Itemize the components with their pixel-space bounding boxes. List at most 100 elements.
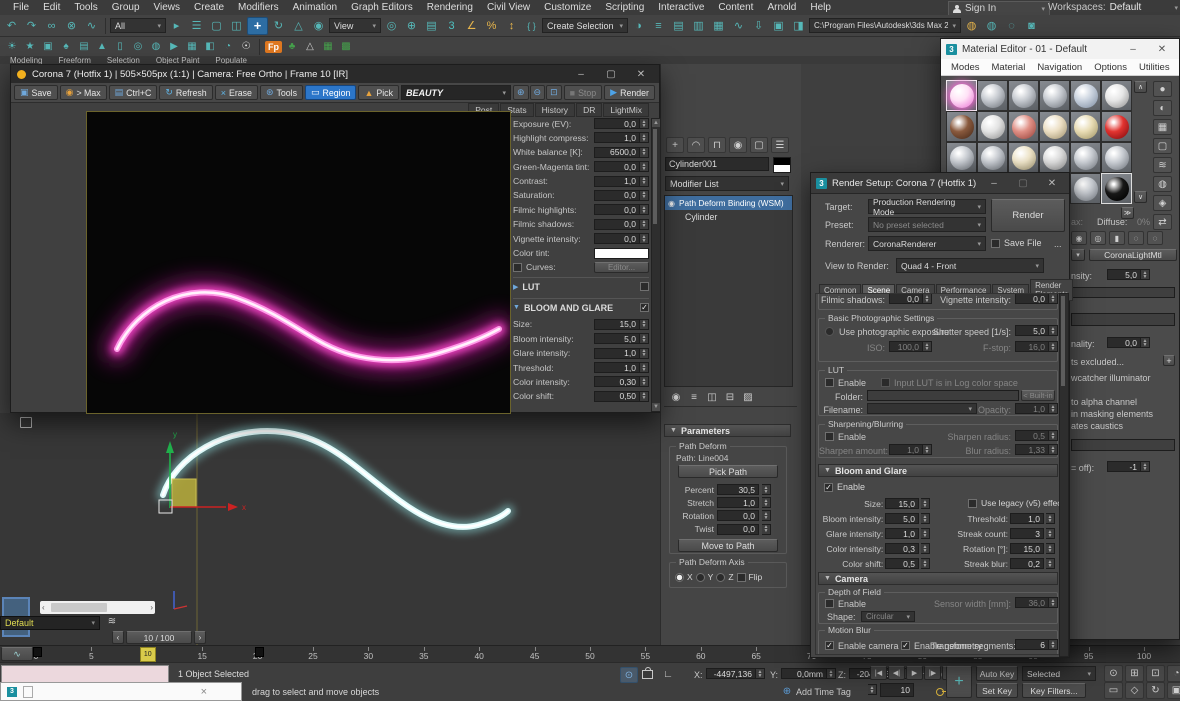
spinner[interactable] bbox=[1049, 639, 1058, 650]
spinner[interactable] bbox=[1049, 325, 1058, 336]
ribbon-tab[interactable]: Selection bbox=[107, 56, 140, 64]
material-slot[interactable] bbox=[1101, 111, 1132, 142]
reference-coordinate-dropdown[interactable]: View▾ bbox=[329, 18, 381, 33]
bloom-setting-field[interactable]: 0,2 bbox=[1010, 558, 1044, 569]
material-slot[interactable] bbox=[946, 111, 977, 142]
maximize-icon[interactable]: ▢ bbox=[599, 67, 623, 81]
off-field[interactable]: -1 bbox=[1107, 461, 1141, 472]
data-grid-icon[interactable]: ▦ bbox=[320, 40, 336, 54]
select-object-icon[interactable]: ▸ bbox=[167, 18, 186, 34]
curve-editor-icon[interactable]: ∿ bbox=[729, 18, 748, 34]
video-color-check-icon[interactable]: ≋ bbox=[1153, 157, 1172, 173]
spinner[interactable] bbox=[1046, 513, 1055, 524]
material-slot[interactable] bbox=[1070, 80, 1101, 111]
selection-lock-icon[interactable] bbox=[642, 670, 653, 679]
material-type-button[interactable]: CoronaLightMtl bbox=[1089, 249, 1177, 261]
spinner[interactable] bbox=[640, 362, 649, 373]
erase-button[interactable]: ×Erase bbox=[215, 85, 258, 100]
pan-icon[interactable]: ◇ bbox=[1125, 682, 1144, 699]
selection-filter-dropdown[interactable]: All▾ bbox=[110, 18, 166, 33]
enable-camera-checkbox[interactable] bbox=[825, 641, 834, 650]
modify-tab-icon[interactable]: ◠ bbox=[687, 137, 705, 153]
render-presets-icon[interactable]: ◙ bbox=[1022, 18, 1041, 34]
spinner[interactable] bbox=[640, 118, 649, 129]
spinner[interactable] bbox=[1049, 654, 1058, 655]
get-material-icon[interactable]: ◉ bbox=[1071, 231, 1087, 245]
material-slot[interactable] bbox=[1101, 80, 1132, 111]
close-icon[interactable]: × bbox=[201, 686, 207, 698]
light-bulb-icon[interactable]: ☉ bbox=[238, 40, 254, 54]
select-and-place-icon[interactable]: ◉ bbox=[309, 18, 328, 34]
menu-item[interactable]: Scripting bbox=[598, 2, 651, 13]
y-coordinate-field[interactable]: 0,0mm bbox=[781, 668, 827, 679]
motion-tab-icon[interactable]: ◉ bbox=[729, 137, 747, 153]
flip-checkbox[interactable] bbox=[737, 573, 746, 582]
visibility-eye-icon[interactable]: ◉ bbox=[668, 199, 675, 208]
percent-snap-icon[interactable]: % bbox=[482, 18, 501, 34]
keyboard-shortcut-override-icon[interactable]: ▤ bbox=[422, 18, 441, 34]
maximize-viewport-icon[interactable]: ▣ bbox=[1167, 682, 1180, 699]
background-icon[interactable]: ▦ bbox=[1153, 119, 1172, 135]
enable-geometry-checkbox[interactable] bbox=[901, 641, 910, 650]
go-to-start-button[interactable]: |◀ bbox=[870, 666, 887, 680]
menu-item[interactable]: Content bbox=[711, 2, 760, 13]
spinner[interactable] bbox=[762, 510, 771, 521]
bloom-setting-field[interactable]: 5,0 bbox=[885, 513, 919, 524]
scrollbar-thumb[interactable] bbox=[51, 603, 107, 612]
key-filter-selected-dropdown[interactable]: Selected▾ bbox=[1022, 666, 1096, 681]
parameter-field[interactable]: 0,0 bbox=[717, 524, 759, 535]
close-icon[interactable]: ✕ bbox=[1040, 176, 1064, 190]
create-geosphere-icon[interactable]: ◍ bbox=[148, 40, 164, 54]
pick-path-button[interactable]: Pick Path bbox=[678, 465, 778, 478]
spinner[interactable] bbox=[921, 543, 930, 554]
spinner[interactable] bbox=[640, 190, 649, 201]
spinner[interactable] bbox=[921, 558, 930, 569]
minimize-icon[interactable]: – bbox=[982, 176, 1006, 190]
minimize-icon[interactable]: – bbox=[569, 67, 593, 81]
transform-segments-field[interactable]: 6 bbox=[1015, 639, 1049, 650]
bloom-setting-field[interactable]: 1,0 bbox=[594, 348, 640, 359]
camera-rollout-header[interactable]: ▼Camera bbox=[818, 572, 1058, 585]
lut-section-header[interactable]: ▶LUT bbox=[513, 277, 649, 292]
coordinate-mode-icon[interactable]: ∟ bbox=[660, 667, 676, 681]
use-pivot-point-icon[interactable]: ◎ bbox=[382, 18, 401, 34]
menu-item[interactable]: Group bbox=[105, 2, 147, 13]
material-type-caret[interactable]: ▾ bbox=[1071, 249, 1085, 261]
directionality-field[interactable]: 0,0 bbox=[1107, 337, 1141, 348]
bloom-setting-field[interactable]: 0,3 bbox=[885, 543, 919, 554]
create-light-icon[interactable]: ☀ bbox=[4, 40, 20, 54]
photographic-exposure-radio[interactable] bbox=[825, 327, 834, 336]
post-setting-field[interactable]: 0,0 bbox=[594, 233, 640, 244]
show-end-result-icon[interactable]: ≡ bbox=[688, 390, 700, 404]
key-filters-button[interactable]: Key Filters... bbox=[1022, 683, 1086, 698]
render-iterative-icon[interactable]: ◍ bbox=[982, 18, 1001, 34]
spinner[interactable] bbox=[640, 132, 649, 143]
render-setup-icon[interactable]: ▣ bbox=[769, 18, 788, 34]
slots-scroll-up-button[interactable]: ∧ bbox=[1134, 81, 1147, 93]
bloom-glare-rollout-header[interactable]: ▼Bloom and Glare bbox=[818, 464, 1058, 477]
material-slot[interactable] bbox=[946, 142, 977, 173]
material-slot[interactable] bbox=[1008, 80, 1039, 111]
forest-pack-icon[interactable]: ♣ bbox=[284, 40, 300, 54]
material-slot[interactable] bbox=[1039, 80, 1070, 111]
select-and-move-icon[interactable]: + bbox=[247, 17, 268, 35]
align-icon[interactable]: ≡ bbox=[649, 18, 668, 34]
bloom-setting-field[interactable]: 15,0 bbox=[885, 498, 919, 509]
render-channel-dropdown[interactable]: BEAUTY▾ bbox=[401, 85, 511, 100]
spinner[interactable] bbox=[827, 668, 836, 679]
renderer-dropdown[interactable]: CoronaRenderer▾ bbox=[868, 236, 986, 251]
post-setting-field[interactable]: 1,0 bbox=[594, 176, 640, 187]
scroll-left-icon[interactable]: ‹ bbox=[42, 603, 45, 612]
schematic-view-icon[interactable]: ⇩ bbox=[749, 18, 768, 34]
spinner[interactable] bbox=[640, 391, 649, 402]
ribbon-tab[interactable]: Modeling bbox=[10, 56, 42, 64]
video-post-icon[interactable]: ▦ bbox=[184, 40, 200, 54]
send-to-max-button[interactable]: ◉> Max bbox=[60, 85, 107, 100]
bloom-setting-field[interactable]: 3 bbox=[1010, 528, 1044, 539]
me-menu-item[interactable]: Options bbox=[1088, 62, 1133, 73]
modifier-stack-item[interactable]: Cylinder bbox=[665, 210, 792, 224]
object-name-field[interactable]: Cylinder001 bbox=[665, 157, 769, 171]
filmic-shadows-field[interactable]: 0,0 bbox=[889, 293, 923, 304]
layer-explorer-icon[interactable]: ▤ bbox=[669, 18, 688, 34]
shutter-field[interactable]: 5,0 bbox=[1015, 325, 1049, 336]
